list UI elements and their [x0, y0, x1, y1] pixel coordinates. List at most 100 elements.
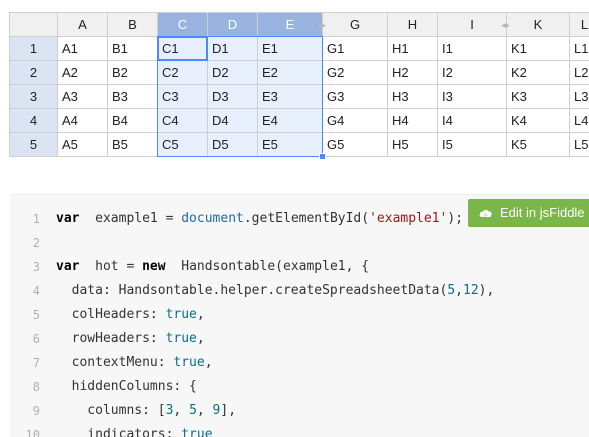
grid-cell[interactable]: D3 [208, 85, 258, 109]
row-header-1[interactable]: 1 [9, 37, 58, 61]
hidden-column-indicator-icon[interactable]: ◂▸ [501, 20, 510, 30]
grid-cell[interactable]: E2 [258, 61, 323, 85]
code-token: 'example1' [369, 211, 448, 226]
grid-cell[interactable]: A1 [58, 37, 108, 61]
line-number: 10 [25, 428, 40, 437]
row-header-4[interactable]: 4 [9, 109, 58, 133]
code-token: true [165, 307, 197, 322]
grid-cell[interactable]: A5 [58, 133, 108, 157]
grid-cell[interactable]: H1 [388, 37, 438, 61]
grid-cell[interactable]: K5 [507, 133, 570, 157]
grid-cell[interactable]: E4 [258, 109, 323, 133]
column-header-l[interactable]: L [570, 12, 589, 37]
code-text: rowHeaders: true, [56, 327, 205, 351]
code-text: data: Handsontable.helper.createSpreadsh… [56, 279, 495, 303]
row-header-3[interactable]: 3 [9, 85, 58, 109]
grid-cell[interactable]: G2 [323, 61, 388, 85]
grid-cell[interactable]: B5 [108, 133, 158, 157]
grid-cell[interactable]: B4 [108, 109, 158, 133]
column-header-h[interactable]: H [388, 12, 438, 37]
code-token: , [196, 403, 213, 418]
column-header-c[interactable]: C [158, 12, 208, 37]
grid-cell[interactable]: L2 [570, 61, 589, 85]
column-header-a[interactable]: A [58, 12, 108, 37]
grid-corner-header[interactable] [9, 12, 58, 37]
grid-cell[interactable]: A3 [58, 85, 108, 109]
code-token: hot = [79, 259, 143, 274]
code-token: , [455, 283, 463, 298]
grid-cell[interactable]: I4 [438, 109, 507, 133]
line-number: 6 [32, 332, 40, 346]
code-token: 5 [189, 403, 197, 418]
grid-cell[interactable]: K4 [507, 109, 570, 133]
code-token: ); [447, 211, 464, 226]
grid-cell[interactable]: A4 [58, 109, 108, 133]
grid-cell[interactable]: I2 [438, 61, 507, 85]
grid-cell[interactable]: G3 [323, 85, 388, 109]
code-token: var [56, 259, 80, 274]
grid-cell[interactable]: G5 [323, 133, 388, 157]
grid-cell[interactable]: K3 [507, 85, 570, 109]
grid-cell[interactable]: L1 [570, 37, 589, 61]
line-number: 9 [32, 404, 40, 418]
grid-cell[interactable]: I1 [438, 37, 507, 61]
cloud-icon: js [479, 209, 492, 217]
edit-in-jsfiddle-button[interactable]: js Edit in jsFiddle [468, 199, 589, 227]
code-token: Handsontable(example1, { [165, 259, 370, 274]
grid-cell[interactable]: L3 [570, 85, 589, 109]
grid-cell[interactable]: H3 [388, 85, 438, 109]
code-token: , [196, 307, 205, 322]
jsfiddle-label: Edit in jsFiddle [500, 205, 585, 220]
row-header-2[interactable]: 2 [9, 61, 58, 85]
grid-cell[interactable]: G1 [323, 37, 388, 61]
grid-cell[interactable]: K2 [507, 61, 570, 85]
code-token: rowHeaders: [56, 331, 166, 346]
grid-cell[interactable]: D2 [208, 61, 258, 85]
line-number: 4 [32, 284, 40, 298]
code-token: colHeaders: [56, 307, 166, 322]
line-number: 2 [32, 236, 40, 250]
grid-cell[interactable]: C3 [158, 85, 208, 109]
grid-cell[interactable]: H5 [388, 133, 438, 157]
grid-cell[interactable]: L5 [570, 133, 589, 157]
grid-cell[interactable]: C1 [158, 37, 208, 61]
grid-cell[interactable]: D4 [208, 109, 258, 133]
grid-cell[interactable]: G4 [323, 109, 388, 133]
code-token: true [165, 331, 197, 346]
grid-cell[interactable]: H2 [388, 61, 438, 85]
grid-cell[interactable]: A2 [58, 61, 108, 85]
grid-cell[interactable]: D1 [208, 37, 258, 61]
grid-cell[interactable]: E5 [258, 133, 323, 157]
code-token: document [181, 211, 244, 226]
column-header-i[interactable]: I [438, 12, 507, 37]
grid-cell[interactable]: I3 [438, 85, 507, 109]
grid-cell[interactable]: C5 [158, 133, 208, 157]
column-header-e[interactable]: E [258, 12, 323, 37]
code-token: , [173, 403, 190, 418]
grid-cell[interactable]: B3 [108, 85, 158, 109]
grid-cell[interactable]: E3 [258, 85, 323, 109]
code-token: new [142, 259, 166, 274]
column-header-g[interactable]: G [323, 12, 388, 37]
grid-cell[interactable]: D5 [208, 133, 258, 157]
grid-cell[interactable]: C2 [158, 61, 208, 85]
grid-cell[interactable]: I5 [438, 133, 507, 157]
grid-cell[interactable]: H4 [388, 109, 438, 133]
column-header-b[interactable]: B [108, 12, 158, 37]
grid-cell[interactable]: B2 [108, 61, 158, 85]
fill-handle[interactable] [319, 153, 326, 160]
line-number: 7 [32, 356, 40, 370]
column-header-k[interactable]: K [507, 12, 570, 37]
grid-cell[interactable]: B1 [108, 37, 158, 61]
grid-cell[interactable]: C4 [158, 109, 208, 133]
code-text: var hot = new Handsontable(example1, { [56, 255, 369, 279]
code-token: ), [478, 283, 495, 298]
column-header-d[interactable]: D [208, 12, 258, 37]
hidden-column-indicator-icon[interactable]: ◂▸ [317, 20, 326, 30]
grid-cell[interactable]: K1 [507, 37, 570, 61]
code-text: colHeaders: true, [56, 303, 205, 327]
row-header-5[interactable]: 5 [9, 133, 58, 157]
line-number: 1 [32, 212, 40, 226]
grid-cell[interactable]: L4 [570, 109, 589, 133]
grid-cell[interactable]: E1 [258, 37, 323, 61]
